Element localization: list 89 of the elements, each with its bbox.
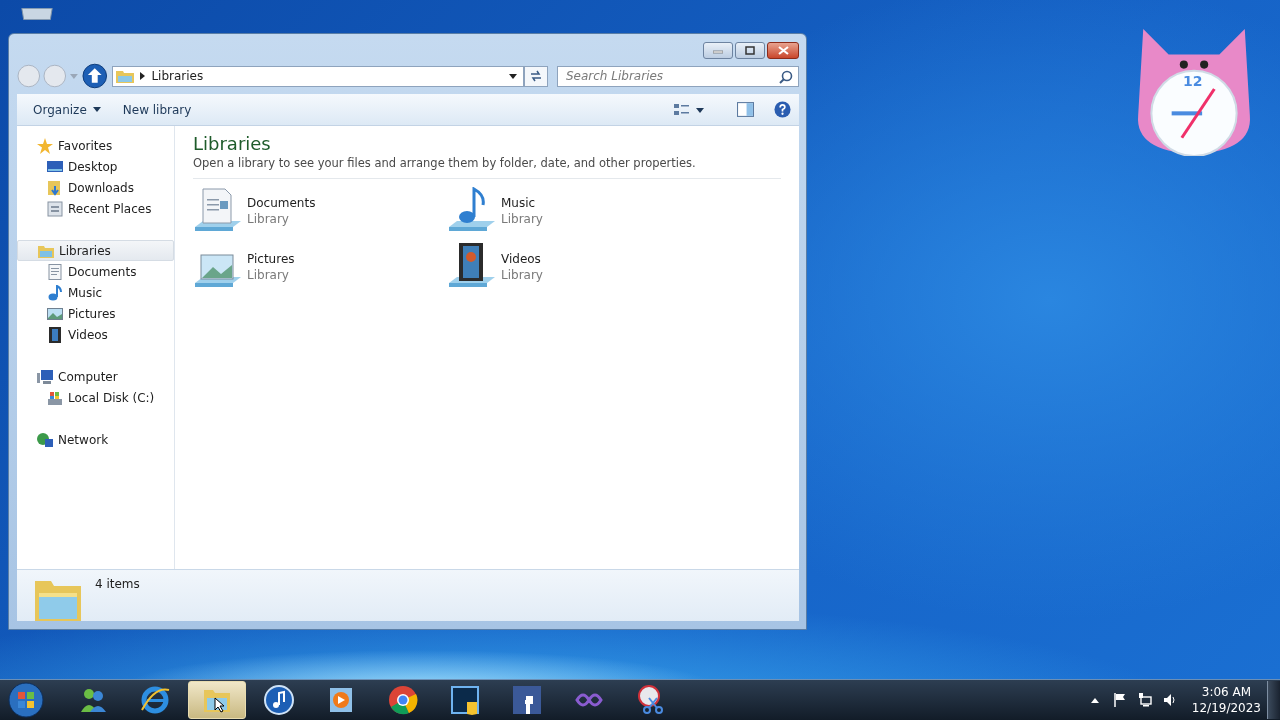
music-icon	[47, 284, 63, 301]
sidebar-label: Documents	[68, 264, 137, 279]
caret-icon	[92, 107, 101, 112]
sidebar-label: Music	[68, 285, 103, 300]
recent-icon	[47, 200, 63, 217]
sidebar-label: Recent Places	[68, 201, 152, 216]
taskbar-clock[interactable]: 3:06 AM 12/19/2023	[1191, 684, 1261, 716]
computer-icon	[37, 368, 53, 385]
disk-icon	[47, 389, 63, 406]
organize-menu[interactable]: Organize	[27, 98, 107, 121]
explorer-taskbar-button[interactable]	[188, 681, 246, 719]
documents-icon	[47, 263, 63, 280]
recycle-bin-icon[interactable]	[18, 8, 56, 20]
minimize-button[interactable]	[703, 42, 733, 59]
pictures-icon	[47, 305, 63, 322]
sidebar-label: Pictures	[68, 306, 116, 321]
library-type: Library	[247, 211, 290, 227]
flag-icon[interactable]	[1112, 693, 1127, 707]
start-button[interactable]	[8, 682, 44, 718]
breadcrumb-arrow-icon[interactable]	[140, 72, 146, 80]
help-icon[interactable]	[774, 101, 791, 118]
up-button[interactable]	[81, 63, 108, 89]
maximize-icon	[745, 46, 755, 55]
page-title: Libraries	[193, 132, 272, 156]
social-icon	[511, 684, 543, 716]
library-name: Videos	[501, 251, 542, 267]
sidebar-item[interactable]: Downloads	[17, 177, 174, 198]
sidebar-item[interactable]: Network	[17, 429, 174, 450]
sidebar-label: Computer	[58, 369, 118, 384]
close-button[interactable]	[767, 42, 799, 59]
library-name: Documents	[247, 195, 316, 211]
page-description: Open a library to see your files and arrange them by folder, date, and other properties.	[193, 156, 781, 179]
folder-icon	[116, 69, 135, 83]
maximize-button[interactable]	[735, 42, 765, 59]
library-item[interactable]: Music Library	[447, 187, 701, 235]
clock-time: 3:06 AM	[1201, 684, 1252, 700]
sidebar-item[interactable]: Pictures	[17, 303, 174, 324]
toolbar-button[interactable]: New library	[116, 98, 198, 121]
sidebar-label: Libraries	[59, 243, 111, 258]
library-type: Library	[501, 267, 543, 283]
network-icon[interactable]	[1137, 693, 1152, 707]
close-icon	[777, 46, 789, 55]
refresh-button[interactable]	[524, 65, 548, 87]
browser-icon	[139, 684, 171, 716]
address-bar[interactable]: Libraries	[112, 65, 525, 87]
sidebar-item[interactable]: Recent Places	[17, 198, 174, 219]
library-name: Music	[501, 195, 537, 211]
desktop-icon	[47, 158, 63, 175]
sidebar-item[interactable]: Favorites	[17, 135, 174, 156]
sidebar-label: Local Disk (C:)	[68, 390, 155, 405]
sidebar-label: Downloads	[68, 180, 134, 195]
item-count: 4 items	[95, 577, 140, 591]
library-name: Pictures	[247, 251, 295, 267]
search-field[interactable]: Search Libraries	[557, 65, 799, 87]
sidebar-label: Favorites	[58, 138, 113, 153]
sidebar-item[interactable]: Computer	[17, 366, 174, 387]
library-item[interactable]: Videos Library	[447, 243, 701, 291]
address-text: Libraries	[151, 69, 205, 83]
library-item[interactable]: Pictures Library	[193, 243, 447, 291]
downloads-icon	[47, 179, 63, 196]
view-options-icon[interactable]	[673, 102, 705, 117]
preview-pane-icon[interactable]	[737, 101, 754, 118]
sidebar-item[interactable]: Videos	[17, 324, 174, 345]
volume-icon[interactable]	[1162, 693, 1177, 707]
show-hidden-icons-icon[interactable]	[1090, 697, 1099, 703]
search-icon[interactable]	[779, 69, 793, 84]
sidebar-item[interactable]: Local Disk (C:)	[17, 387, 174, 408]
star-icon	[37, 137, 53, 154]
library-type: Library	[247, 267, 290, 283]
refresh-icon	[529, 70, 544, 82]
videos-icon	[47, 326, 63, 343]
library-item[interactable]: Documents Library	[193, 187, 447, 235]
minimize-icon	[713, 47, 723, 54]
show-desktop-button[interactable]	[1267, 681, 1280, 719]
sidebar-label: Desktop	[68, 159, 118, 174]
sidebar-item[interactable]: Music	[17, 282, 174, 303]
photo-icon	[449, 684, 481, 716]
network-icon	[37, 431, 53, 448]
sidebar-item[interactable]: Libraries	[17, 240, 174, 261]
clock-number: 12	[1183, 74, 1203, 88]
sidebar-item[interactable]: Desktop	[17, 156, 174, 177]
clock-date: 12/19/2023	[1191, 700, 1261, 716]
music-icon	[263, 684, 295, 716]
caret-icon[interactable]	[509, 73, 518, 79]
sidebar-item[interactable]: Documents	[17, 261, 174, 282]
library-type: Library	[501, 211, 543, 227]
sidebar-label: Videos	[68, 327, 108, 342]
sidebar-label: Network	[58, 432, 109, 447]
chrome-icon	[387, 684, 419, 716]
